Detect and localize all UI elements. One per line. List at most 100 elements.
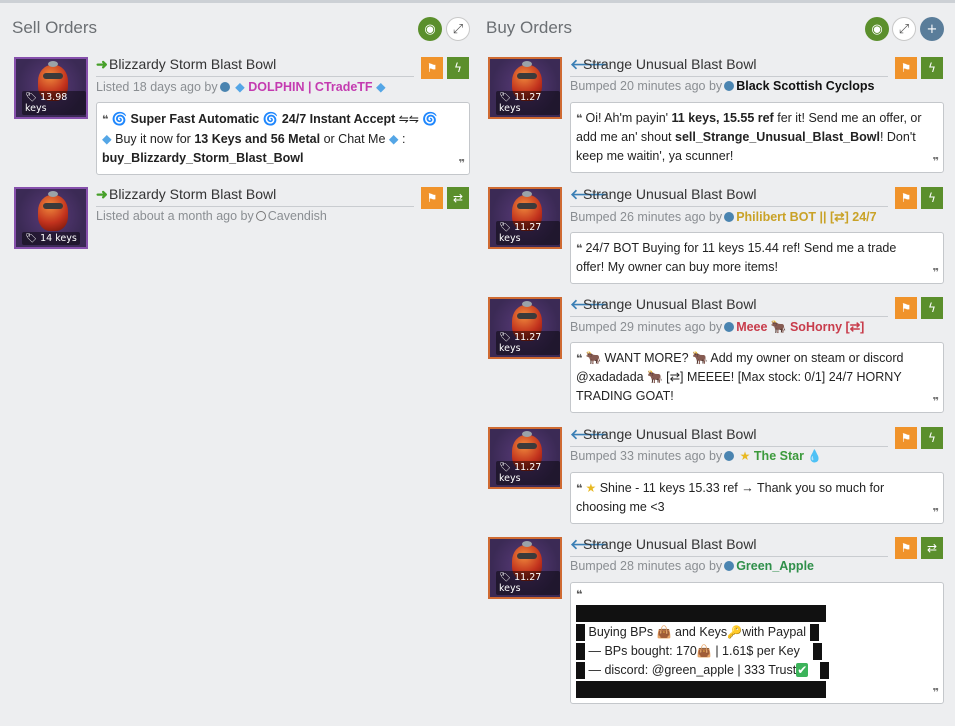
quote-close-icon: ❞ bbox=[932, 155, 939, 168]
flag-icon[interactable]: ⚑ bbox=[421, 187, 443, 209]
divider bbox=[96, 76, 414, 77]
ascii-border bbox=[576, 624, 585, 642]
user-link[interactable]: DOLPHIN | CTradeTF bbox=[248, 80, 372, 94]
diamond-icon: ◆ bbox=[376, 79, 386, 94]
eye-icon[interactable]: ◉ bbox=[418, 17, 442, 41]
sell-orders-title: Sell Orders bbox=[12, 18, 98, 37]
status-dot-icon bbox=[724, 561, 735, 571]
user-link[interactable]: The Star bbox=[754, 449, 804, 463]
price-tag: 🏷 13.98 keys bbox=[22, 91, 86, 115]
item-thumbnail[interactable]: 🏷 11.27 keys bbox=[488, 427, 562, 489]
user-link[interactable]: Meee 🐂 SoHorny [⇄] bbox=[736, 320, 864, 334]
ascii-border bbox=[576, 605, 826, 623]
divider bbox=[570, 76, 888, 77]
listing-meta: Bumped 29 minutes ago by Meee 🐂 SoHorny [… bbox=[570, 320, 865, 334]
arrow-right-icon: ➜ bbox=[96, 186, 108, 202]
status-dot-icon bbox=[724, 322, 735, 332]
quote-close-icon: ❞ bbox=[458, 157, 465, 170]
item-thumbnail[interactable]: 🏷 14 keys bbox=[14, 187, 88, 249]
lightning-icon[interactable]: ϟ bbox=[921, 57, 943, 79]
listing-meta: Bumped 26 minutes ago by Philibert BOT ||… bbox=[570, 210, 877, 224]
diamond-icon: ◆ bbox=[388, 131, 399, 146]
item-thumbnail[interactable]: 🏷 11.27 keys bbox=[488, 297, 562, 359]
status-dot-icon bbox=[219, 82, 230, 92]
item-title[interactable]: 🡐Strange Unusual Blast Bowl bbox=[570, 296, 757, 313]
user-link[interactable]: Black Scottish Cyclops bbox=[736, 79, 874, 93]
arrow-left-icon: 🡐 bbox=[570, 536, 608, 552]
offline-status-icon bbox=[255, 211, 266, 221]
item-title[interactable]: 🡐Strange Unusual Blast Bowl bbox=[570, 56, 757, 73]
add-icon[interactable]: + bbox=[920, 17, 944, 41]
lightning-icon[interactable]: ϟ bbox=[921, 187, 943, 209]
listing-meta: Listed 18 days ago by ◆ DOLPHIN | CTrade… bbox=[96, 79, 386, 94]
ascii-border bbox=[813, 643, 823, 661]
flag-icon[interactable]: ⚑ bbox=[895, 187, 917, 209]
quote-close-icon: ❞ bbox=[932, 395, 939, 408]
listing-meta: Listed about a month ago by Cavendish bbox=[96, 209, 327, 223]
listing-comment: ❝ ★ Shine - 11 keys 15.33 ref → Thank you… bbox=[570, 472, 944, 524]
lightning-icon[interactable]: ϟ bbox=[921, 297, 943, 319]
item-title[interactable]: ➜Blizzardy Storm Blast Bowl bbox=[96, 186, 276, 203]
price-tag: 🏷 11.27 keys bbox=[496, 331, 560, 355]
listing-comment: ❝ 🌀 Super Fast Automatic 🌀 24/7 Instant A… bbox=[96, 102, 470, 175]
star-icon: ★ bbox=[585, 481, 597, 495]
check-icon: ✔ bbox=[796, 663, 809, 677]
arrow-left-icon: 🡐 bbox=[570, 56, 608, 72]
item-thumbnail[interactable]: 🏷 11.27 keys bbox=[488, 57, 562, 119]
item-title[interactable]: 🡐Strange Unusual Blast Bowl bbox=[570, 536, 757, 553]
arrow-left-icon: 🡐 bbox=[570, 296, 608, 312]
ascii-border bbox=[576, 681, 826, 699]
item-title[interactable]: ➜Blizzardy Storm Blast Bowl bbox=[96, 56, 276, 73]
swap-icon: ⇋⇋ bbox=[398, 112, 419, 126]
trade-offer-icon[interactable]: ⇄ bbox=[447, 187, 469, 209]
expand-icon[interactable]: ⤢ bbox=[446, 17, 470, 41]
diamond-icon: ◆ bbox=[235, 79, 245, 94]
flag-icon[interactable]: ⚑ bbox=[895, 57, 917, 79]
quote-open-icon: ❝ bbox=[576, 352, 583, 365]
listing-comment: ❝ 🐂 WANT MORE? 🐂 Add my owner on steam or… bbox=[570, 342, 944, 413]
divider bbox=[570, 446, 888, 447]
user-link[interactable]: Philibert BOT || [⇄] 24/7 bbox=[736, 210, 876, 224]
divider bbox=[570, 316, 888, 317]
price-tag: 🏷 11.27 keys bbox=[496, 571, 560, 595]
price-tag: 🏷 11.27 keys bbox=[496, 221, 560, 245]
user-link[interactable]: Cavendish bbox=[268, 209, 327, 223]
quote-close-icon: ❞ bbox=[932, 266, 939, 279]
item-title[interactable]: 🡐Strange Unusual Blast Bowl bbox=[570, 186, 757, 203]
flag-icon[interactable]: ⚑ bbox=[895, 297, 917, 319]
quote-open-icon: ❝ bbox=[576, 242, 583, 255]
flag-icon[interactable]: ⚑ bbox=[895, 427, 917, 449]
blast-bowl-icon bbox=[38, 191, 68, 231]
item-thumbnail[interactable]: 🏷 11.27 keys bbox=[488, 187, 562, 249]
ascii-border bbox=[809, 624, 819, 642]
listing-meta: Bumped 28 minutes ago by Green_Apple bbox=[570, 559, 814, 573]
item-thumbnail[interactable]: 🏷 13.98 keys bbox=[14, 57, 88, 119]
item-thumbnail[interactable]: 🏷 11.27 keys bbox=[488, 537, 562, 599]
spiral-icon: 🌀 bbox=[262, 111, 279, 126]
top-divider bbox=[0, 0, 955, 3]
price-tag: 🏷 14 keys bbox=[22, 232, 80, 245]
spiral-icon: 🌀 bbox=[422, 111, 438, 126]
expand-icon[interactable]: ⤢ bbox=[892, 17, 916, 41]
quote-open-icon: ❝ bbox=[102, 113, 109, 126]
eye-icon[interactable]: ◉ bbox=[865, 17, 889, 41]
spiral-icon: 🌀 bbox=[111, 111, 128, 126]
key-icon: 🔑 bbox=[727, 625, 743, 639]
star-icon: ★ bbox=[739, 449, 751, 463]
arrow-left-icon: 🡐 bbox=[570, 426, 608, 442]
listing-comment: ❝ Buying BPs 👜 and Keys🔑with Paypal — BP… bbox=[570, 582, 944, 704]
quote-open-icon: ❝ bbox=[576, 588, 583, 601]
diamond-icon: ◆ bbox=[102, 131, 112, 146]
ascii-border bbox=[819, 662, 829, 680]
lightning-icon[interactable]: ϟ bbox=[447, 57, 469, 79]
item-title[interactable]: 🡐Strange Unusual Blast Bowl bbox=[570, 426, 757, 443]
lightning-icon[interactable]: ϟ bbox=[921, 427, 943, 449]
divider bbox=[570, 556, 888, 557]
quote-close-icon: ❞ bbox=[932, 686, 939, 699]
trade-offer-icon[interactable]: ⇄ bbox=[921, 537, 943, 559]
status-dot-icon bbox=[724, 212, 735, 222]
ascii-border bbox=[576, 662, 585, 680]
flag-icon[interactable]: ⚑ bbox=[421, 57, 443, 79]
user-link[interactable]: Green_Apple bbox=[736, 559, 814, 573]
flag-icon[interactable]: ⚑ bbox=[895, 537, 917, 559]
